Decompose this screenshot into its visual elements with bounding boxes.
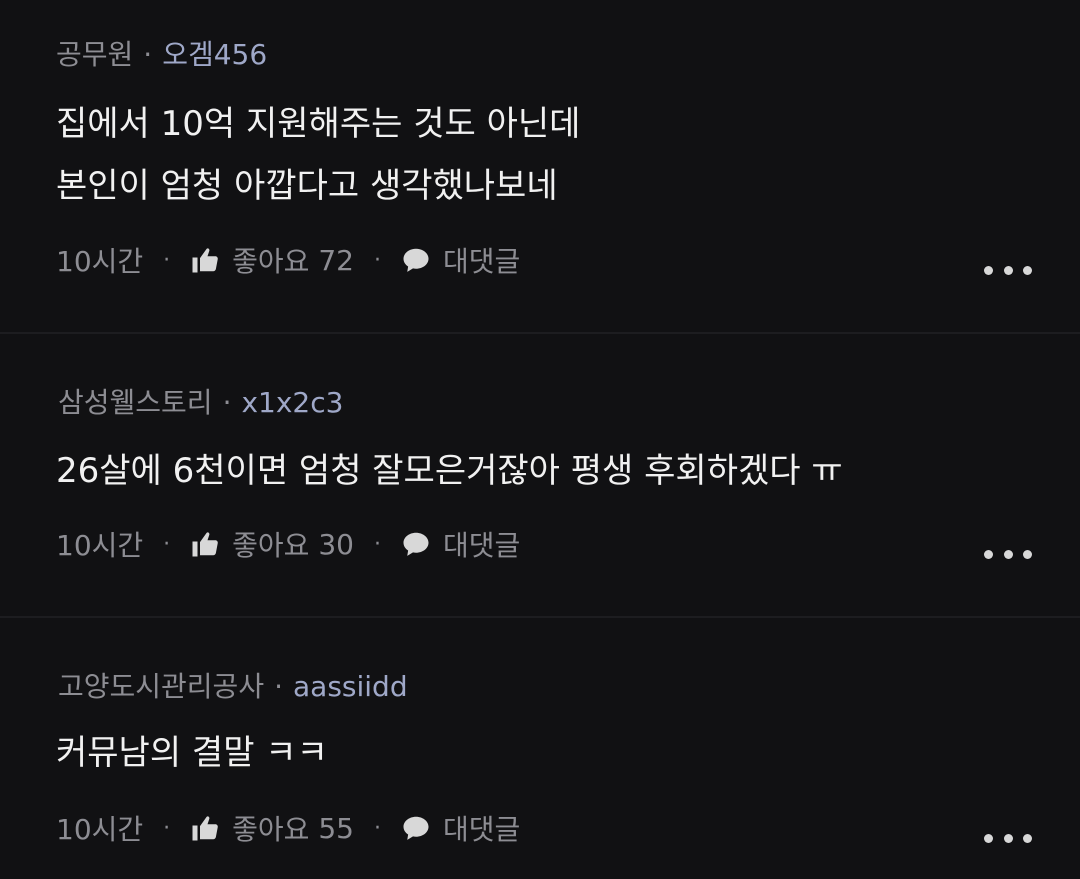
meta-separator: · bbox=[163, 247, 171, 273]
more-dots-icon[interactable] bbox=[984, 826, 1032, 850]
like-count: 30 bbox=[318, 527, 354, 561]
reply-label: 대댓글 bbox=[442, 245, 521, 278]
meta-separator: · bbox=[373, 531, 381, 557]
comment-body-line-2: 본인이 엄청 아깝다고 생각했나보네 bbox=[56, 166, 558, 206]
comment-time: 10시간 bbox=[56, 813, 144, 846]
author-separator: · bbox=[274, 670, 283, 703]
author-nickname[interactable]: 오겜456 bbox=[162, 38, 267, 71]
like-button[interactable]: 좋아요 72 bbox=[190, 240, 354, 280]
thumbs-up-icon bbox=[190, 529, 220, 559]
reply-button[interactable]: 대댓글 bbox=[401, 240, 520, 280]
comment-body-line-1: 커뮤남의 결말 ㅋㅋ bbox=[56, 733, 328, 773]
reply-button[interactable]: 대댓글 bbox=[401, 524, 520, 564]
comment-body-line-1: 26살에 6천이면 엄청 잘모은거잖아 평생 후회하겠다 ㅠ bbox=[56, 451, 843, 491]
thumbs-up-icon bbox=[190, 813, 220, 843]
comment-author: 공무원 · 오겜456 bbox=[56, 38, 267, 72]
comment-body-line-1: 집에서 10억 지원해주는 것도 아닌데 bbox=[56, 104, 581, 144]
author-separator: · bbox=[143, 38, 153, 71]
reply-label: 대댓글 bbox=[442, 529, 521, 562]
meta-separator: · bbox=[373, 815, 381, 841]
author-affiliation: 삼성웰스토리 bbox=[58, 386, 213, 419]
more-dots-icon[interactable] bbox=[984, 258, 1032, 282]
speech-bubble-icon bbox=[401, 529, 431, 559]
like-label: 좋아요 bbox=[232, 245, 310, 278]
like-count: 72 bbox=[318, 243, 354, 277]
speech-bubble-icon bbox=[401, 813, 431, 843]
comment-time: 10시간 bbox=[56, 245, 144, 278]
comment-3: 고양도시관리공사 · aassiidd 커뮤남의 결말 ㅋㅋ 10시간 · 좋아요 … bbox=[0, 618, 1080, 879]
meta-separator: · bbox=[163, 531, 171, 557]
comment-meta: 10시간 · 좋아요 30 · 대댓글 bbox=[56, 524, 520, 564]
like-count: 55 bbox=[318, 811, 354, 845]
comment-1: 공무원 · 오겜456 집에서 10억 지원해주는 것도 아닌데 본인이 엄청 아깝… bbox=[0, 0, 1080, 333]
comment-time: 10시간 bbox=[56, 529, 144, 562]
more-dots-icon[interactable] bbox=[984, 542, 1032, 566]
comment-author: 고양도시관리공사 · aassiidd bbox=[58, 670, 408, 704]
meta-separator: · bbox=[373, 247, 381, 273]
like-button[interactable]: 좋아요 55 bbox=[190, 808, 354, 848]
like-label: 좋아요 bbox=[232, 529, 310, 562]
comment-2: 삼성웰스토리 · x1x2c3 26살에 6천이면 엄청 잘모은거잖아 평생 후회하… bbox=[0, 334, 1080, 617]
comment-author: 삼성웰스토리 · x1x2c3 bbox=[58, 386, 343, 420]
reply-label: 대댓글 bbox=[442, 813, 521, 846]
author-affiliation: 공무원 bbox=[56, 38, 134, 71]
author-affiliation: 고양도시관리공사 bbox=[58, 670, 265, 703]
speech-bubble-icon bbox=[401, 245, 431, 275]
reply-button[interactable]: 대댓글 bbox=[401, 808, 520, 848]
author-separator: · bbox=[222, 386, 232, 419]
comment-meta: 10시간 · 좋아요 72 · 대댓글 bbox=[56, 240, 520, 280]
like-label: 좋아요 bbox=[232, 813, 310, 846]
comment-meta: 10시간 · 좋아요 55 · 대댓글 bbox=[56, 808, 520, 848]
author-nickname[interactable]: aassiidd bbox=[293, 670, 408, 703]
like-button[interactable]: 좋아요 30 bbox=[190, 524, 354, 564]
author-nickname[interactable]: x1x2c3 bbox=[241, 386, 343, 419]
thumbs-up-icon bbox=[190, 245, 220, 275]
meta-separator: · bbox=[163, 815, 171, 841]
